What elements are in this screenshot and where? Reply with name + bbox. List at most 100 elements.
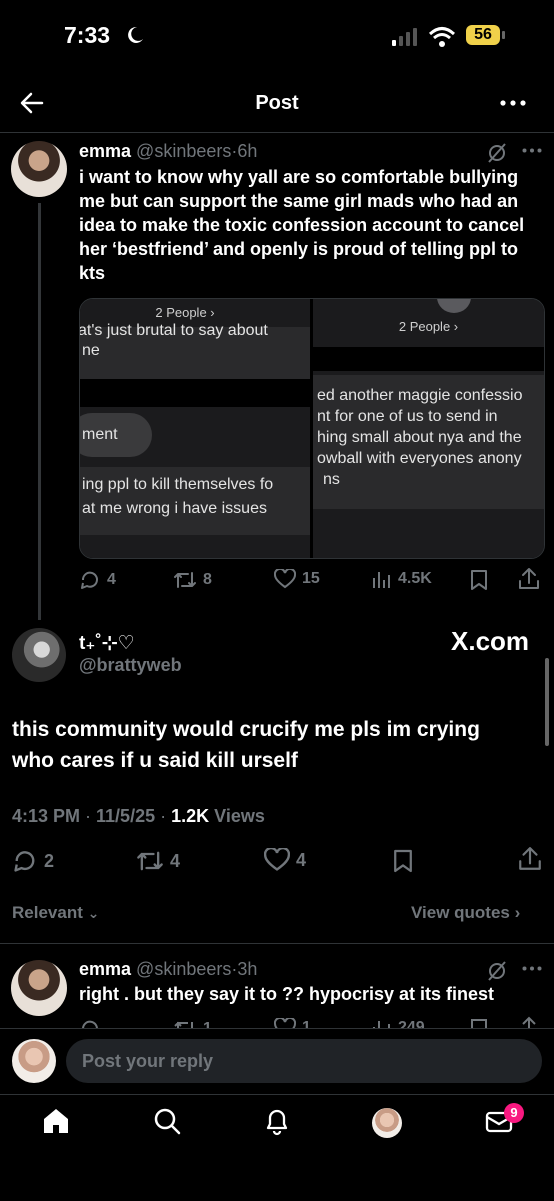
views-count: 4.5K xyxy=(398,570,432,587)
notifications-tab[interactable] xyxy=(262,1106,292,1136)
x-brand-logo: X.com xyxy=(451,626,530,656)
repost-count: 1 xyxy=(203,1020,212,1028)
repost-action[interactable]: 4 xyxy=(136,848,180,874)
search-icon xyxy=(154,1108,181,1135)
views-icon xyxy=(373,1021,390,1028)
wifi-icon xyxy=(428,26,456,48)
views-icon xyxy=(373,572,390,588)
bookmark-button[interactable] xyxy=(470,1018,488,1028)
heart-icon xyxy=(274,569,296,589)
reply-action[interactable]: 4 xyxy=(79,569,116,591)
author-handle[interactable]: @skinbeers xyxy=(136,959,231,979)
repost-icon xyxy=(137,851,163,871)
author-handle[interactable]: @brattyweb xyxy=(79,655,182,676)
share-icon xyxy=(519,847,541,870)
views-count: 1.2K xyxy=(171,806,210,826)
tweet-meta: 4:13 PM · 11/5/25 · 1.2K Views xyxy=(12,806,265,826)
media-right-header: 2 People › xyxy=(398,319,459,334)
share-button[interactable] xyxy=(518,846,542,872)
reply-icon xyxy=(82,1020,98,1028)
reply-action[interactable]: 2 xyxy=(12,848,54,874)
battery-cap xyxy=(502,31,505,39)
battery-indicator: 56 xyxy=(466,25,500,45)
share-icon xyxy=(519,568,539,589)
header-divider xyxy=(0,132,554,133)
like-count: 15 xyxy=(302,570,320,587)
page-title: Post xyxy=(255,92,299,114)
share-icon xyxy=(522,1016,536,1028)
reply-actions-clip: 1 1 249 xyxy=(0,1016,554,1028)
like-count: 1 xyxy=(302,1019,311,1028)
repost-action[interactable]: 8 xyxy=(173,569,212,591)
home-icon xyxy=(44,1109,68,1133)
author-handle[interactable]: @skinbeers xyxy=(136,141,231,161)
reply-icon xyxy=(14,851,35,872)
reply-count: 2 xyxy=(44,850,55,871)
divider xyxy=(0,943,554,944)
bookmark-icon xyxy=(394,849,412,873)
reply-count: 4 xyxy=(107,571,116,588)
media-left-header: 2 People › xyxy=(155,305,215,320)
heart-icon xyxy=(274,1018,296,1028)
heart-icon xyxy=(264,848,290,871)
bookmark-icon xyxy=(471,1019,487,1028)
author-name[interactable]: t₊˚⊹♡ xyxy=(79,632,135,655)
sort-label: Relevant xyxy=(12,903,83,922)
like-action[interactable]: 1 xyxy=(274,1018,311,1028)
signal-icon xyxy=(392,28,420,46)
like-action[interactable]: 4 xyxy=(264,848,306,872)
bookmark-icon xyxy=(471,570,487,590)
bell-icon xyxy=(266,1109,288,1136)
views-action[interactable]: 249 xyxy=(372,1018,425,1028)
main-tweet-text: this community would crucify me pls im c… xyxy=(12,718,480,772)
moon-icon xyxy=(124,24,146,46)
tweet-age: 3h xyxy=(237,959,258,979)
more-options-button[interactable] xyxy=(500,100,526,106)
media-right-avatar xyxy=(437,299,471,313)
home-tab[interactable] xyxy=(41,1106,71,1136)
media-right-msg: ed another maggie confessio nt for one o… xyxy=(313,375,544,509)
share-button[interactable] xyxy=(518,1016,540,1028)
reply-input[interactable] xyxy=(66,1039,542,1083)
tweet-age: 6h xyxy=(237,141,258,161)
bookmark-button[interactable] xyxy=(470,569,488,591)
media-left-bubble: ment xyxy=(80,413,152,457)
views-action[interactable]: 4.5K xyxy=(372,569,432,589)
media-right-black xyxy=(313,347,544,371)
view-quotes-label: View quotes xyxy=(411,903,510,922)
status-time: 7:33 xyxy=(64,22,111,48)
search-tab[interactable] xyxy=(152,1106,182,1136)
reply-action[interactable] xyxy=(79,1018,107,1028)
media-right-panel: 2 People › ed another maggie confessio n… xyxy=(313,299,544,558)
tweet-text: right . but they say it to ?? hypocrisy … xyxy=(79,984,495,1004)
view-quotes-link[interactable]: View quotes › xyxy=(411,903,520,923)
scrollbar[interactable] xyxy=(545,658,549,746)
share-button[interactable] xyxy=(518,567,540,591)
repost-icon xyxy=(174,572,196,588)
chevron-right-icon: › xyxy=(514,903,521,922)
tweet-media[interactable]: 2 People › at's just brutal to say about… xyxy=(79,298,545,559)
repost-action[interactable]: 1 xyxy=(173,1018,212,1028)
tweet-more-button[interactable] xyxy=(522,966,542,971)
author-name[interactable]: emma xyxy=(79,141,131,161)
tweet-text: i want to know why yall are so comfortab… xyxy=(79,167,525,283)
grok-icon[interactable] xyxy=(486,960,508,982)
tweet-author-line: emma @skinbeers·6h xyxy=(79,141,257,162)
avatar[interactable] xyxy=(12,1039,56,1083)
sort-dropdown[interactable]: Relevant ⌄ xyxy=(12,903,99,923)
avatar[interactable] xyxy=(12,628,66,682)
tweet-time: 4:13 PM xyxy=(12,806,81,826)
bookmark-button[interactable] xyxy=(393,848,413,874)
author-name[interactable]: emma xyxy=(79,959,131,979)
repost-icon xyxy=(174,1021,193,1028)
tweet-more-button[interactable] xyxy=(522,148,542,153)
grok-icon[interactable] xyxy=(486,142,508,164)
views-label: Views xyxy=(214,806,265,826)
profile-tab[interactable] xyxy=(372,1108,402,1138)
avatar[interactable] xyxy=(11,141,67,197)
media-left-gap xyxy=(80,379,310,407)
avatar[interactable] xyxy=(11,960,67,1016)
thread-line xyxy=(38,203,41,620)
like-count: 4 xyxy=(296,849,307,870)
like-action[interactable]: 15 xyxy=(274,569,320,589)
